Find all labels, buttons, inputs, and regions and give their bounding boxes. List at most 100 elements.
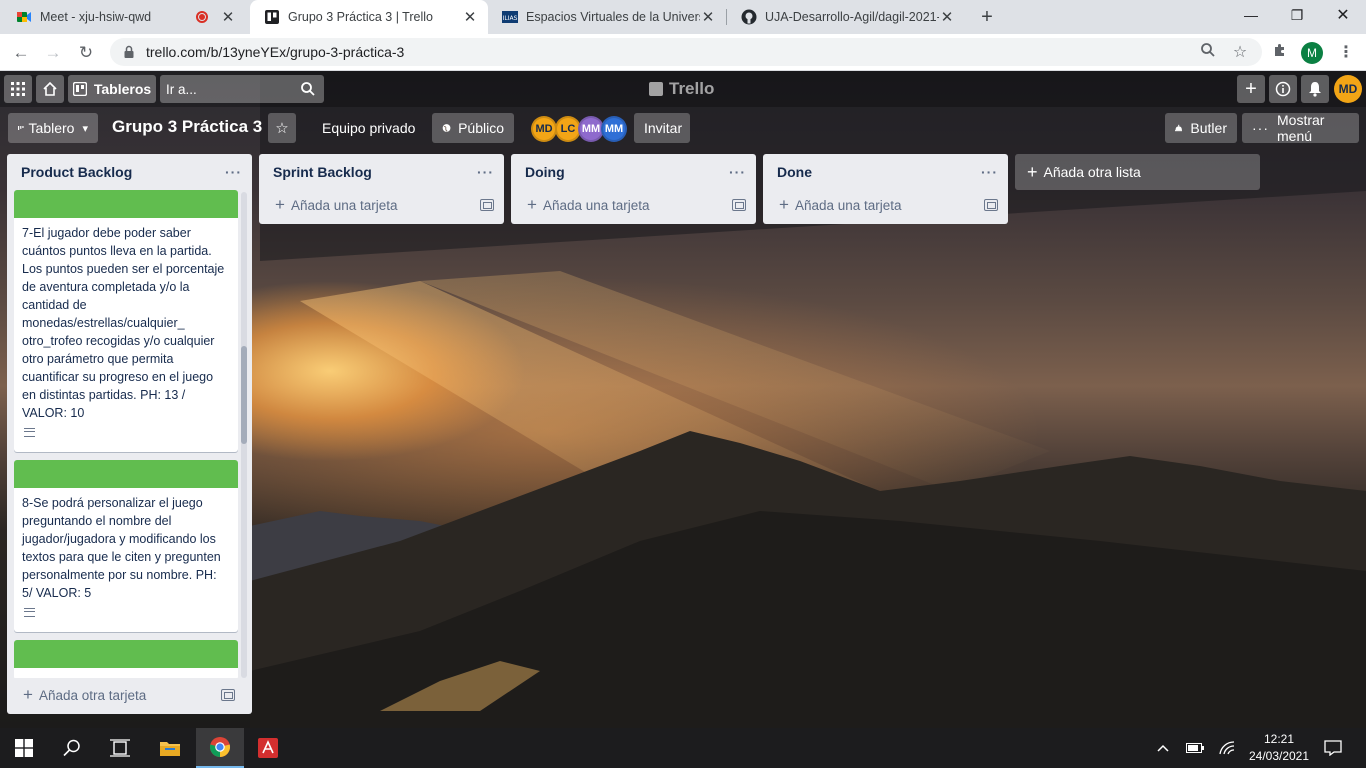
scrollbar-thumb[interactable] [241,346,247,444]
visibility-button[interactable]: Público [432,113,514,143]
card-cover [14,460,238,488]
star-icon: ☆ [275,120,289,137]
tab-title: Espacios Virtuales de la Universidad [526,10,700,24]
chrome-taskbar-button[interactable] [196,728,244,768]
user-avatar[interactable]: MD [1334,75,1362,103]
list-header[interactable]: Doing ··· [511,154,756,190]
file-explorer-button[interactable] [146,728,194,768]
list-title[interactable]: Product Backlog [21,164,132,180]
trello-logo-icon [649,82,663,96]
zoom-icon[interactable] [1198,42,1218,62]
boards-label: Tableros [93,81,152,97]
notifications-button[interactable] [1301,75,1329,103]
board-view-switcher[interactable]: Tablero ▾ [8,113,98,143]
chrome-profile-avatar[interactable]: M [1301,42,1323,64]
start-button[interactable] [0,728,48,768]
member-avatar[interactable]: MM [601,116,627,142]
boards-button[interactable]: Tableros [68,75,156,103]
add-card-button[interactable]: + Añada una tarjeta [511,190,756,220]
board-title[interactable]: Grupo 3 Práctica 3 [112,117,262,137]
home-button[interactable] [36,75,64,103]
list-menu-icon[interactable]: ··· [729,164,746,180]
list-scrollbar[interactable] [241,192,247,678]
show-menu-label: Mostrar menú [1277,112,1325,144]
card[interactable] [14,640,238,678]
notifications-center-button[interactable] [1320,728,1346,768]
add-card-button[interactable]: + Añada otra tarjeta [7,680,245,710]
network-icon[interactable] [1214,728,1240,768]
close-window-button[interactable]: ✕ [1320,0,1366,30]
svg-text:ILIAS: ILIAS [503,15,518,22]
card-template-icon[interactable] [732,199,746,211]
tab-github[interactable]: UJA-Desarrollo-Agil/dagil-2021-g ✕ [727,0,965,34]
card[interactable]: 8-Se podrá personalizar el juego pregunt… [14,460,238,632]
search-taskbar-button[interactable] [48,728,96,768]
reload-button[interactable]: ↻ [73,40,99,66]
list-header[interactable]: Sprint Backlog ··· [259,154,504,190]
back-button[interactable]: ← [8,40,34,66]
close-tab-icon[interactable]: ✕ [939,8,955,26]
card-title: 7-El jugador debe poder saber cuántos pu… [22,226,225,420]
list-product-backlog: Product Backlog ··· 7-El jugador debe po… [7,154,252,714]
star-board-button[interactable]: ☆ [268,113,296,143]
tab-trello[interactable]: Grupo 3 Práctica 3 | Trello ✕ [250,0,488,34]
trello-board-canvas: Tableros Ir a... Trello + MD Tablero ▾ G… [0,71,1366,728]
tab-title: Grupo 3 Práctica 3 | Trello [288,10,433,24]
card-template-icon[interactable] [984,199,998,211]
create-button[interactable]: + [1237,75,1265,103]
chrome-menu-icon[interactable]: ⋮ [1336,42,1356,62]
minimize-window-button[interactable]: — [1228,0,1274,30]
extensions-puzzle-icon[interactable] [1270,42,1290,62]
card-template-icon[interactable] [480,199,494,211]
board-search-input[interactable]: Ir a... [160,75,324,103]
plus-icon: + [23,685,33,704]
list-menu-icon[interactable]: ··· [981,164,998,180]
trello-header: Tableros Ir a... Trello + MD [0,71,1366,107]
list-header[interactable]: Done ··· [763,154,1008,190]
bookmark-star-icon[interactable]: ☆ [1230,42,1250,62]
add-list-button[interactable]: + Añada otra lista [1015,154,1260,190]
close-tab-icon[interactable]: ✕ [700,8,716,26]
tab-ilias[interactable]: ILIAS Espacios Virtuales de la Universid… [488,0,726,34]
apps-grid-icon[interactable] [4,75,32,103]
trello-logo-text: Trello [669,79,715,98]
add-card-label: Añada una tarjeta [542,197,650,213]
team-button[interactable]: Equipo privado [322,113,415,143]
task-view-button[interactable] [96,728,144,768]
plus-icon: + [527,195,537,214]
close-tab-icon[interactable]: ✕ [462,8,478,26]
member-avatar[interactable]: MD [531,116,557,142]
tab-meet[interactable]: Meet - xju-hsiw-qwd ✕ [2,0,246,34]
card[interactable]: 7-El jugador debe poder saber cuántos pu… [14,190,238,452]
butler-bell-icon [1175,124,1183,132]
taskbar-clock[interactable]: 12:21 24/03/2021 [1238,731,1320,765]
list-menu-icon[interactable]: ··· [225,164,242,180]
visibility-label: Público [458,120,504,136]
address-bar[interactable]: trello.com/b/13yneYEx/grupo-3-práctica-3 [110,38,1262,66]
list-title[interactable]: Sprint Backlog [273,164,372,180]
add-card-button[interactable]: + Añada una tarjeta [259,190,504,220]
show-menu-button[interactable]: ··· Mostrar menú [1242,112,1359,144]
list-doing: Doing ··· + Añada una tarjeta [511,154,756,224]
forward-button[interactable]: → [40,40,66,66]
task-view-icon [110,739,130,757]
close-tab-icon[interactable]: ✕ [220,8,236,26]
show-hidden-icons-button[interactable] [1150,728,1176,768]
list-menu-icon[interactable]: ··· [477,164,494,180]
list-title[interactable]: Doing [525,164,565,180]
battery-icon[interactable] [1182,728,1208,768]
tab-title: Meet - xju-hsiw-qwd [40,10,152,24]
list-title[interactable]: Done [777,164,812,180]
add-list-label: Añada otra lista [1043,164,1141,180]
acrobat-taskbar-button[interactable] [244,728,292,768]
restore-window-button[interactable]: ❐ [1274,0,1320,30]
info-button[interactable] [1269,75,1297,103]
add-card-button[interactable]: + Añada una tarjeta [763,190,1008,220]
invite-button[interactable]: Invitar [634,113,690,143]
new-tab-button[interactable]: + [976,6,998,28]
list-header[interactable]: Product Backlog ··· [7,154,252,190]
butler-button[interactable]: Butler [1165,113,1237,143]
trello-icon [265,10,279,24]
card-template-icon[interactable] [221,689,235,701]
trello-logo[interactable]: Trello [649,79,714,99]
